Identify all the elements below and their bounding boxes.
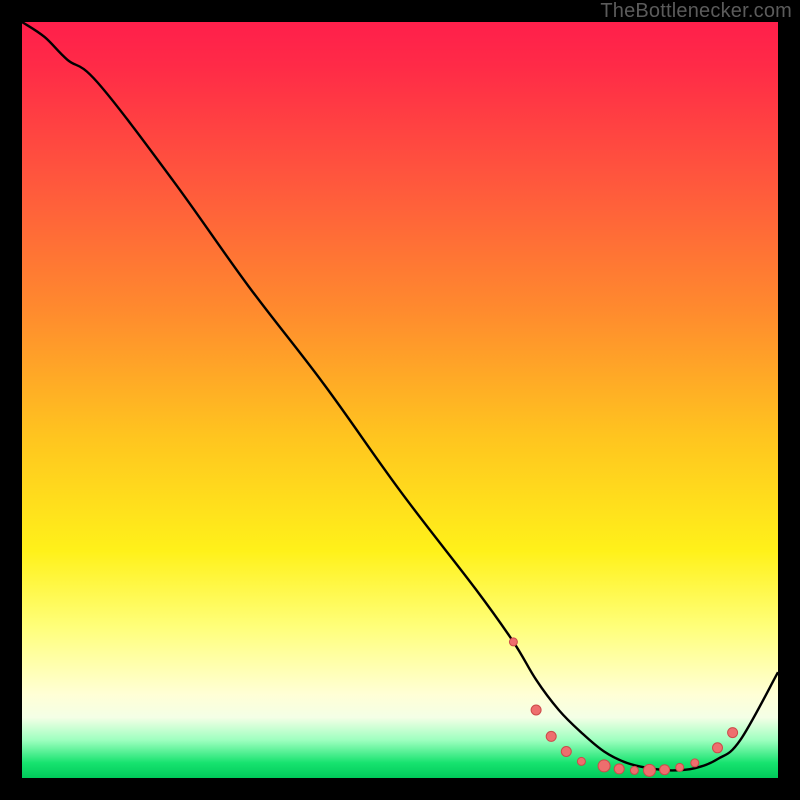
bottleneck-curve [22, 22, 778, 770]
curve-dot [614, 764, 624, 774]
curve-dot [509, 638, 517, 646]
curve-dot [577, 757, 585, 765]
curve-dot [561, 747, 571, 757]
curve-dot [598, 760, 610, 772]
curve-dot [728, 728, 738, 738]
curve-dot [546, 731, 556, 741]
curve-dot [531, 705, 541, 715]
chart-stage: TheBottlenecker.com [0, 0, 800, 800]
curve-dot [676, 763, 684, 771]
curve-dot [713, 743, 723, 753]
curve-layer [22, 22, 778, 778]
curve-dot [630, 766, 638, 774]
curve-dot [644, 764, 656, 776]
curve-dot [691, 759, 699, 767]
dot-layer [509, 638, 737, 777]
curve-dot [660, 765, 670, 775]
watermark-text: TheBottlenecker.com [600, 0, 792, 23]
